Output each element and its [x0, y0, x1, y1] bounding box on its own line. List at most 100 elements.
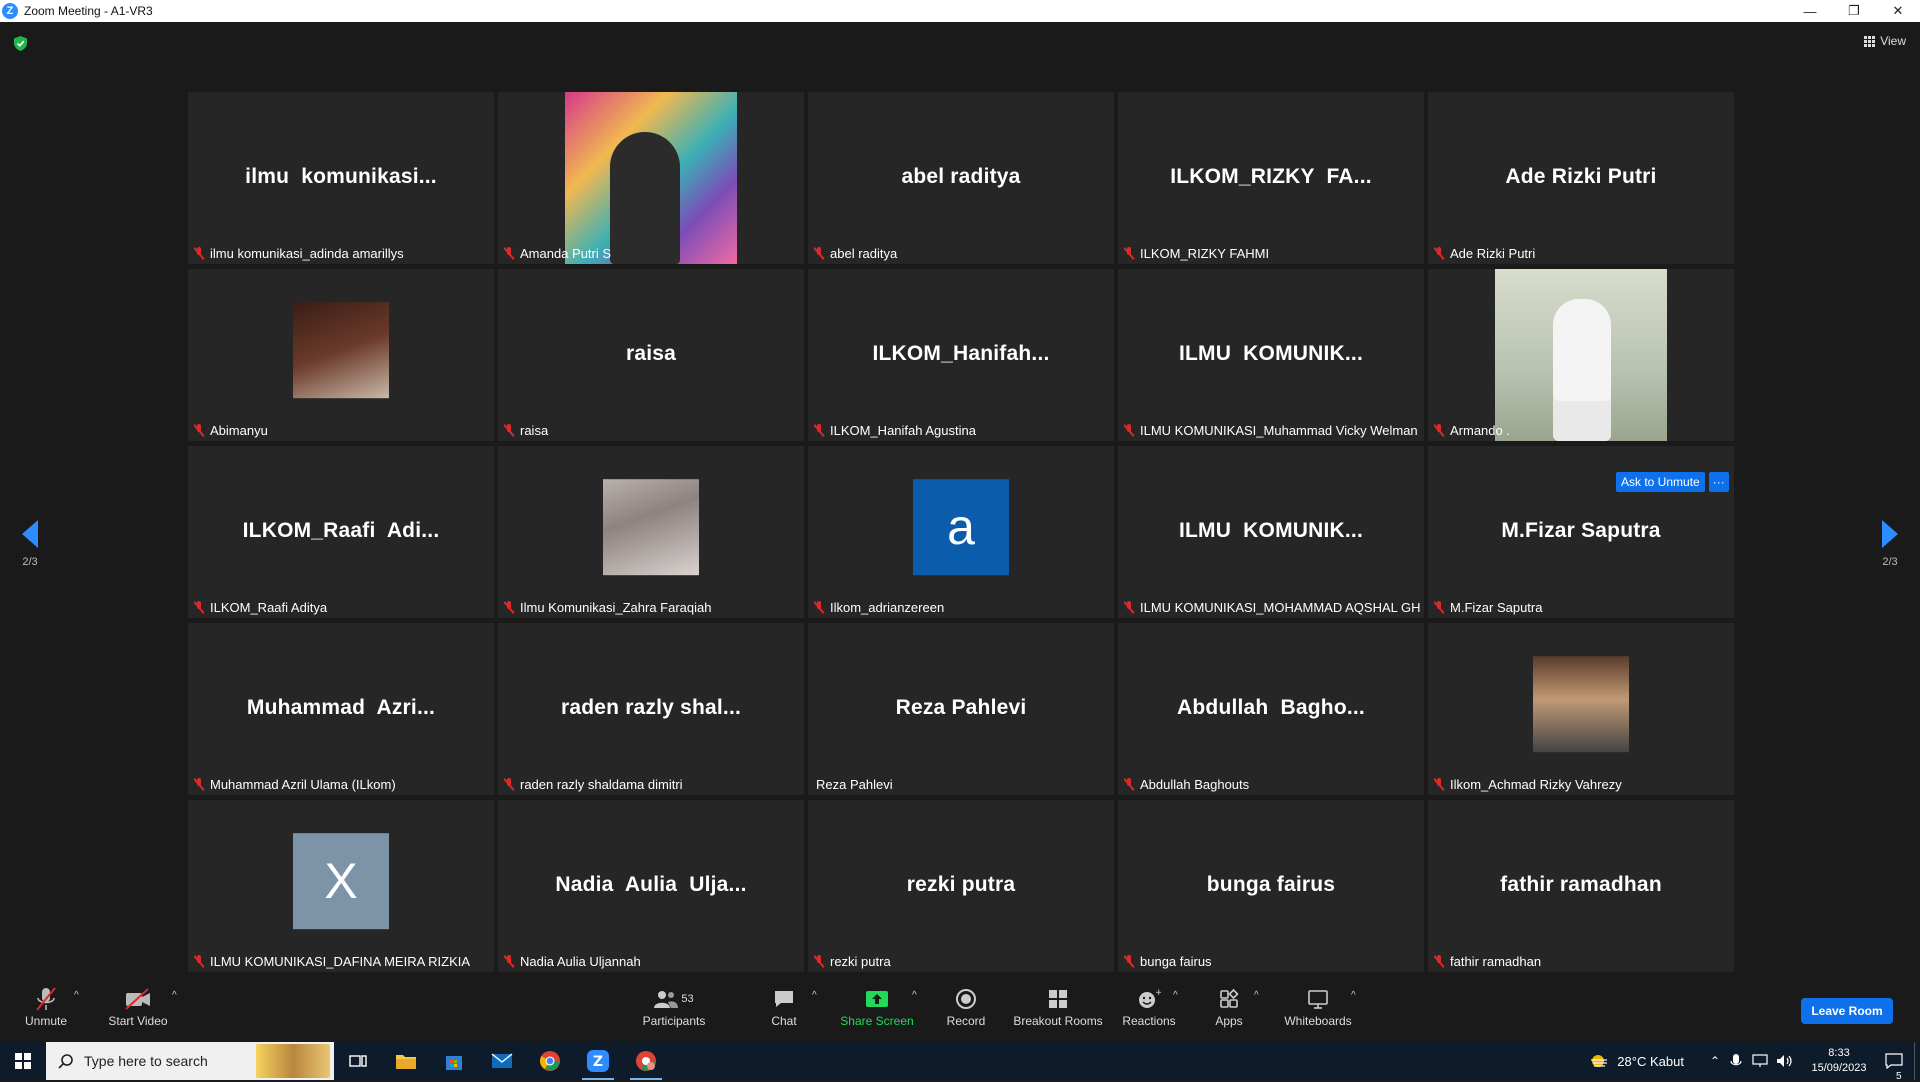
- participant-display-name: ilmu komunikasi...: [245, 164, 437, 188]
- participant-tile[interactable]: Abimanyu: [188, 269, 494, 441]
- unmute-button[interactable]: Unmute: [0, 986, 96, 1028]
- participants-icon: [654, 991, 679, 1008]
- notifications-button[interactable]: 5: [1874, 1053, 1914, 1082]
- chat-options-caret-icon[interactable]: ^: [812, 990, 817, 1001]
- muted-mic-icon: [504, 424, 514, 437]
- show-desktop-button[interactable]: [1914, 1042, 1920, 1080]
- participant-photo: [1495, 269, 1667, 441]
- muted-mic-icon: [814, 424, 824, 437]
- volume-icon[interactable]: [1776, 1054, 1794, 1068]
- microphone-icon[interactable]: [1730, 1053, 1742, 1069]
- previous-page-button[interactable]: 2/3: [0, 520, 60, 568]
- start-button[interactable]: [0, 1042, 46, 1080]
- encryption-shield-icon[interactable]: [14, 36, 27, 51]
- close-icon[interactable]: ✕: [1876, 0, 1920, 22]
- video-options-caret-icon[interactable]: ^: [172, 990, 177, 1001]
- participant-name-label: Nadia Aulia Uljannah: [520, 954, 641, 969]
- ask-to-unmute-button[interactable]: Ask to Unmute: [1616, 472, 1705, 492]
- tile-hover-actions: Ask to Unmute ···: [1616, 472, 1729, 492]
- participant-tile[interactable]: ilmu komunikasi... ilmu komunikasi_adinda…: [188, 92, 494, 264]
- muted-mic-icon: [814, 247, 824, 260]
- participant-tile[interactable]: Nadia Aulia Ulja... Nadia Aulia Uljannah: [498, 800, 804, 972]
- mail-button[interactable]: [478, 1042, 526, 1080]
- window-title-bar: Z Zoom Meeting - A1-VR3 — ❐ ✕: [0, 0, 1920, 22]
- participant-tile[interactable]: Armando .: [1428, 269, 1734, 441]
- participant-caption: ILKOM_Hanifah Agustina: [814, 422, 978, 439]
- participant-tile[interactable]: ILKOM_Raafi Adi... ILKOM_Raafi Aditya: [188, 446, 494, 618]
- view-button[interactable]: View: [1864, 34, 1906, 48]
- unmute-label: Unmute: [24, 1014, 68, 1028]
- participant-tile[interactable]: ILKOM_RIZKY FA... ILKOM_RIZKY FAHMI: [1118, 92, 1424, 264]
- muted-mic-icon: [194, 424, 204, 437]
- leave-room-button[interactable]: Leave Room: [1801, 998, 1893, 1024]
- participant-caption: bunga fairus: [1124, 953, 1214, 970]
- muted-mic-icon: [504, 601, 514, 614]
- chevron-up-icon[interactable]: ⌃: [1710, 1054, 1720, 1068]
- task-view-button[interactable]: [334, 1042, 382, 1080]
- participant-caption: ilmu komunikasi_adinda amarillys: [194, 245, 406, 262]
- clock[interactable]: 8:33 15/09/2023: [1804, 1046, 1874, 1076]
- participant-tile[interactable]: abel raditya abel raditya: [808, 92, 1114, 264]
- weather-icon[interactable]: [1589, 1052, 1609, 1070]
- muted-mic-icon: [1124, 778, 1134, 791]
- weather-text[interactable]: 28°C Kabut: [1617, 1054, 1684, 1069]
- participant-display-name: Reza Pahlevi: [895, 695, 1027, 719]
- chat-icon: [775, 991, 793, 1007]
- participant-tile[interactable]: X ILMU KOMUNIKASI_DAFINA MEIRA RIZKIA: [188, 800, 494, 972]
- network-icon[interactable]: [1752, 1054, 1768, 1068]
- zoom-taskbar-button[interactable]: Z: [574, 1042, 622, 1080]
- record-button[interactable]: Record: [916, 986, 1016, 1028]
- participant-tile[interactable]: raisa raisa: [498, 269, 804, 441]
- participant-tile[interactable]: ILMU KOMUNIK... ILMU KOMUNIKASI_MOHAMMAD …: [1118, 446, 1424, 618]
- restore-icon[interactable]: ❐: [1832, 0, 1876, 22]
- file-explorer-button[interactable]: [382, 1042, 430, 1080]
- participant-caption: rezki putra: [814, 953, 893, 970]
- apps-options-caret-icon[interactable]: ^: [1254, 990, 1259, 1001]
- microphone-muted-icon: [36, 987, 56, 1011]
- participant-tile[interactable]: raden razly shal... raden razly shaldama …: [498, 623, 804, 795]
- participant-tile[interactable]: Reza Pahlevi Reza Pahlevi: [808, 623, 1114, 795]
- participant-tile[interactable]: Abdullah Bagho... Abdullah Baghouts: [1118, 623, 1424, 795]
- whiteboards-options-caret-icon[interactable]: ^: [1351, 990, 1356, 1001]
- breakout-rooms-label: Breakout Rooms: [1013, 1014, 1103, 1028]
- participant-name-label: ILKOM_Hanifah Agustina: [830, 423, 976, 438]
- next-page-button[interactable]: 2/3: [1860, 520, 1920, 568]
- participant-tile[interactable]: fathir ramadhan fathir ramadhan: [1428, 800, 1734, 972]
- participant-tile[interactable]: ILKOM_Hanifah... ILKOM_Hanifah Agustina: [808, 269, 1114, 441]
- participant-tile[interactable]: Ilkom_Achmad Rizky Vahrezy: [1428, 623, 1734, 795]
- participants-button[interactable]: 53 Participants: [624, 986, 724, 1028]
- taskbar-search[interactable]: Type here to search: [46, 1042, 334, 1080]
- chat-button[interactable]: Chat: [734, 986, 834, 1028]
- participant-name-label: Reza Pahlevi: [816, 777, 893, 792]
- zoom-app-icon: Z: [2, 3, 18, 19]
- participant-caption: Reza Pahlevi: [814, 776, 895, 793]
- participant-tile[interactable]: rezki putra rezki putra: [808, 800, 1114, 972]
- participant-caption: Abdullah Baghouts: [1124, 776, 1251, 793]
- participant-tile[interactable]: ILMU KOMUNIK... ILMU KOMUNIKASI_Muhammad …: [1118, 269, 1424, 441]
- participant-tile[interactable]: Ade Rizki Putri Ade Rizki Putri: [1428, 92, 1734, 264]
- grid-view-icon: [1864, 35, 1876, 47]
- more-options-button[interactable]: ···: [1708, 472, 1729, 492]
- participant-tile[interactable]: bunga fairus bunga fairus: [1118, 800, 1424, 972]
- chrome-button[interactable]: [526, 1042, 574, 1080]
- participant-caption: Armando .: [1434, 422, 1512, 439]
- breakout-rooms-button[interactable]: Breakout Rooms: [1008, 986, 1108, 1028]
- participant-name-label: fathir ramadhan: [1450, 954, 1542, 969]
- chrome-profile-button[interactable]: [622, 1042, 670, 1080]
- participant-name-label: Ilmu Komunikasi_Zahra Faraqiah: [520, 600, 712, 615]
- minimize-icon[interactable]: —: [1788, 0, 1832, 22]
- participant-display-name: rezki putra: [906, 872, 1016, 896]
- apps-label: Apps: [1215, 1014, 1243, 1028]
- participant-caption: Ilmu Komunikasi_Zahra Faraqiah: [504, 599, 713, 616]
- microsoft-store-button[interactable]: [430, 1042, 478, 1080]
- audio-options-caret-icon[interactable]: ^: [74, 990, 79, 1001]
- participant-tile[interactable]: Muhammad Azri... Muhammad Azril Ulama (IL…: [188, 623, 494, 795]
- svg-text:+: +: [1155, 988, 1161, 998]
- participant-tile[interactable]: Ilmu Komunikasi_Zahra Faraqiah: [498, 446, 804, 618]
- muted-mic-icon: [194, 247, 204, 260]
- page-indicator-left: 2/3: [22, 556, 38, 568]
- participant-tile[interactable]: a Ilkom_adrianzereen: [808, 446, 1114, 618]
- participant-tile[interactable]: Amanda Putri S: [498, 92, 804, 264]
- apps-button[interactable]: Apps: [1179, 986, 1279, 1028]
- reactions-options-caret-icon[interactable]: ^: [1173, 990, 1178, 1001]
